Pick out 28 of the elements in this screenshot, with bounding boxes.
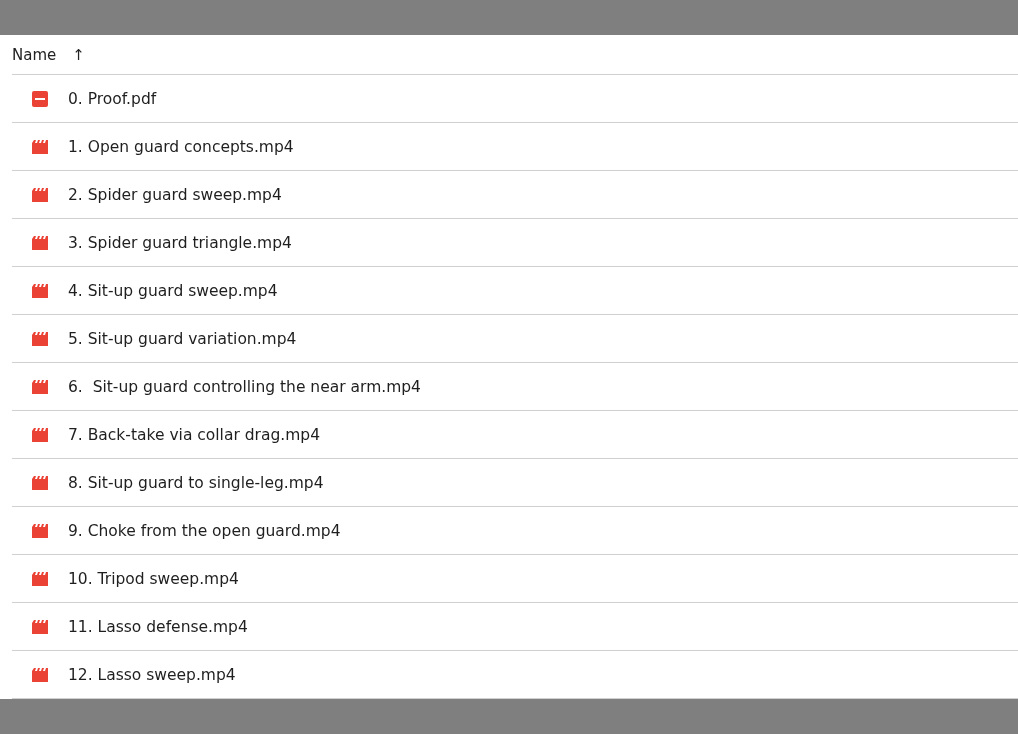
- video-file-icon: [32, 619, 48, 634]
- pdf-file-icon: [32, 90, 48, 107]
- video-file-icon: [32, 571, 48, 586]
- video-file-icon: [32, 427, 48, 442]
- video-file-icon: [32, 187, 48, 202]
- file-name[interactable]: 10. Tripod sweep.mp4: [68, 569, 239, 588]
- video-file-icon: [32, 523, 48, 538]
- file-name[interactable]: 9. Choke from the open guard.mp4: [68, 521, 341, 540]
- video-file-icon: [32, 283, 48, 298]
- video-file-icon: [32, 379, 48, 394]
- file-name[interactable]: 3. Spider guard triangle.mp4: [68, 233, 292, 252]
- file-name[interactable]: 2. Spider guard sweep.mp4: [68, 185, 282, 204]
- file-name[interactable]: 0. Proof.pdf: [68, 89, 157, 108]
- file-name[interactable]: 7. Back-take via collar drag.mp4: [68, 425, 320, 444]
- sort-arrow[interactable]: ↑: [72, 45, 85, 64]
- file-name[interactable]: 6. Sit-up guard controlling the near arm.mp4: [68, 377, 421, 396]
- video-file-icon: [32, 139, 48, 154]
- file-name[interactable]: 5. Sit-up guard variation.mp4: [68, 329, 297, 348]
- video-file-icon: [32, 235, 48, 250]
- file-name[interactable]: 12. Lasso sweep.mp4: [68, 665, 236, 684]
- file-name[interactable]: 4. Sit-up guard sweep.mp4: [68, 281, 278, 300]
- video-file-icon: [32, 331, 48, 346]
- video-file-icon: [32, 667, 48, 682]
- name-column-header[interactable]: Name: [12, 45, 57, 64]
- video-file-icon: [32, 475, 48, 490]
- file-name[interactable]: 1. Open guard concepts.mp4: [68, 137, 294, 156]
- file-name[interactable]: 11. Lasso defense.mp4: [68, 617, 248, 636]
- file-name[interactable]: 8. Sit-up guard to single-leg.mp4: [68, 473, 324, 492]
